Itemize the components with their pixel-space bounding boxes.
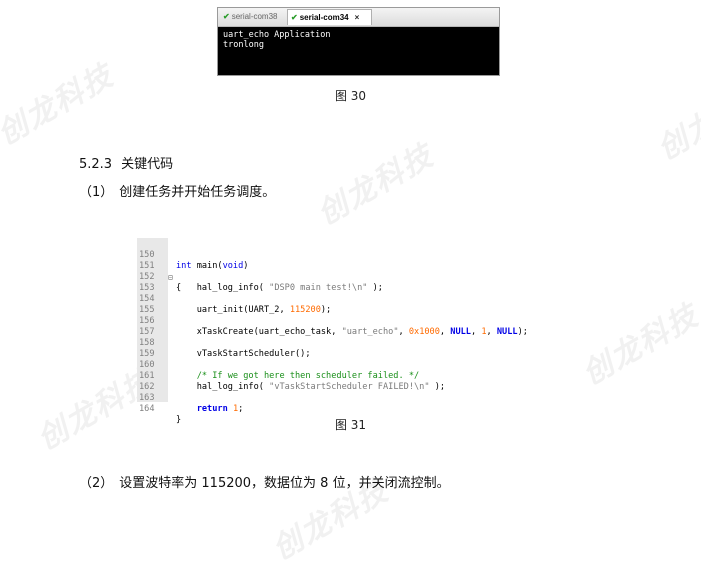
check-icon: ✔ <box>291 13 298 22</box>
code-line: 164 } <box>137 393 567 425</box>
code-line: 156 xTaskCreate(uart_echo_task, "uart_ec… <box>137 305 567 337</box>
code-line: 155 <box>137 294 567 315</box>
code-line: 152 hal_log_info( "DSP0 main test!\n" ); <box>137 261 567 293</box>
tab-label: serial-com38 <box>231 12 278 21</box>
tab-label: serial-com34 <box>299 13 349 22</box>
code-line: 161 hal_log_info( "vTaskStartScheduler F… <box>137 360 567 392</box>
code-line: 158 vTaskStartScheduler(); <box>137 327 567 359</box>
section-number: 5.2.3 <box>79 157 113 172</box>
line-number: 164 <box>139 404 155 414</box>
tab-serial-com38[interactable]: ✔ serial-com38 <box>220 9 289 25</box>
step-text: 设置波特率为 115200，数据位为 8 位，并关闭流控制。 <box>119 476 450 491</box>
step-paragraph: （2） 设置波特率为 115200，数据位为 8 位，并关闭流控制。 <box>79 472 450 491</box>
code-line: 153 <box>137 272 567 293</box>
code-line: 163 return 1; <box>137 382 567 414</box>
terminal-output: uart_echo Application tronlong <box>218 27 499 53</box>
code-line: 157 <box>137 316 567 337</box>
code-line: 154 uart_init(UART_2, 115200); <box>137 283 567 315</box>
section-heading: 5.2.3 关键代码 <box>79 153 173 172</box>
terminal-tab-bar: ✔ serial-com38 ✔ serial-com34 × <box>218 8 499 27</box>
terminal-window: ✔ serial-com38 ✔ serial-com34 × uart_echo A… <box>217 7 500 76</box>
code-line: 159 <box>137 338 567 359</box>
watermark: 创龙科技 <box>311 137 440 233</box>
figure-caption: 图 31 <box>334 418 367 432</box>
watermark: 创龙科技 <box>576 297 701 393</box>
keyword: return <box>176 404 228 414</box>
terminal-line: uart_echo Application <box>223 30 331 40</box>
code-line: 151 ⊟ { <box>137 250 567 293</box>
close-icon[interactable]: × <box>355 13 360 22</box>
step-number: （1） <box>79 185 114 200</box>
code-line: 162 <box>137 371 567 392</box>
code-text: ; <box>238 404 244 414</box>
tab-serial-com34[interactable]: ✔ serial-com34 × <box>287 9 372 25</box>
step-paragraph: （1） 创建任务并开始任务调度。 <box>79 181 275 200</box>
code-line: 150 int main(void) <box>137 239 567 271</box>
watermark: 创龙科技 <box>651 72 701 168</box>
check-icon: ✔ <box>223 12 230 21</box>
step-number: （2） <box>79 476 114 491</box>
section-title: 关键代码 <box>121 157 174 172</box>
code-block: 150 int main(void) 151 ⊟ { 152 hal_log_i… <box>137 238 567 425</box>
terminal-line: tronlong <box>223 40 264 50</box>
step-text: 创建任务并开始任务调度。 <box>119 185 276 200</box>
figure-caption: 图 30 <box>334 89 367 103</box>
code-line: 160 /* If we got here then scheduler fai… <box>137 349 567 381</box>
